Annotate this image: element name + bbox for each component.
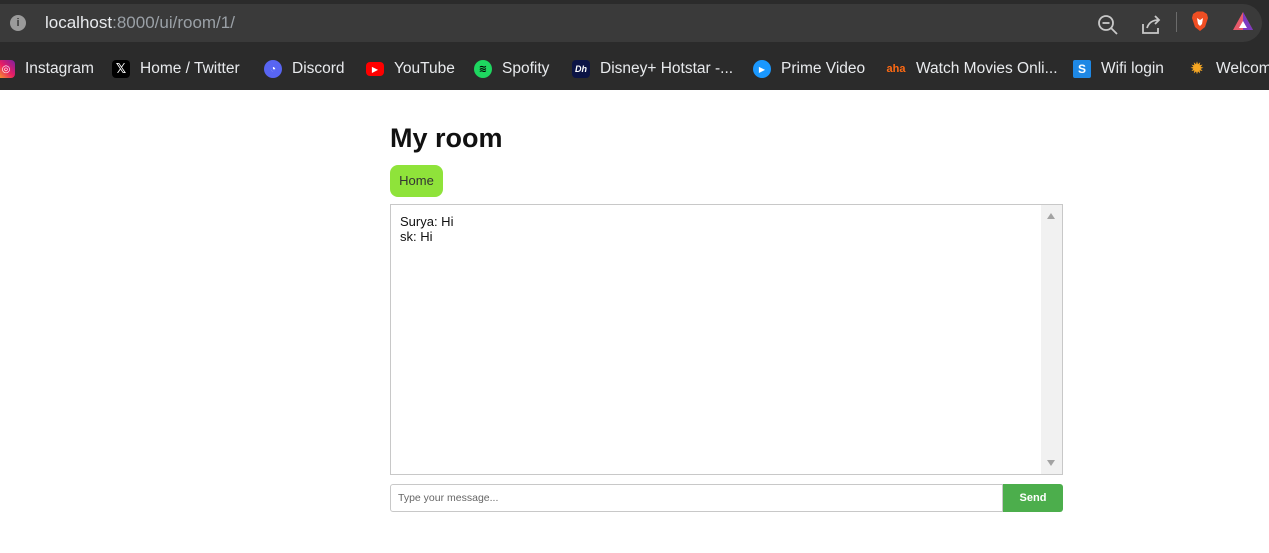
bookmark-prime-video[interactable]: ▶ Prime Video xyxy=(753,48,865,90)
bookmark-label: Wifi login xyxy=(1101,60,1164,77)
bookmark-youtube[interactable]: ▶ YouTube xyxy=(366,48,455,90)
bookmark-label: Watch Movies Onli... xyxy=(916,60,1058,77)
bookmark-wifi-login[interactable]: S Wifi login xyxy=(1073,48,1164,90)
address-bar[interactable]: i localhost:8000/ui/room/1/ xyxy=(0,4,1262,42)
discord-icon: ◔ xyxy=(264,60,282,78)
instagram-icon: ◎ xyxy=(0,60,15,78)
wifi-login-icon: S xyxy=(1073,60,1091,78)
bookmark-welcome[interactable]: ✹ Welcom xyxy=(1188,48,1269,90)
bookmark-label: Prime Video xyxy=(781,60,866,77)
bookmark-label: Home / Twitter xyxy=(140,60,240,77)
scroll-up-arrow-icon[interactable] xyxy=(1047,213,1055,219)
bookmark-discord[interactable]: ◔ Discord xyxy=(264,48,345,90)
bookmark-twitter[interactable]: 𝕏 Home / Twitter xyxy=(112,48,240,90)
sun-icon: ✹ xyxy=(1189,59,1205,78)
spotify-icon: ≋ xyxy=(474,60,492,78)
zoom-out-icon[interactable] xyxy=(1097,14,1119,36)
chat-message: sk: Hi xyxy=(400,229,433,244)
youtube-icon: ▶ xyxy=(366,62,384,76)
bookmark-instagram[interactable]: ◎ Instagram xyxy=(0,48,94,90)
share-icon[interactable] xyxy=(1140,14,1162,36)
bookmark-label: Disney+ Hotstar -... xyxy=(600,60,734,77)
bookmark-label: Discord xyxy=(292,60,345,77)
page-title: My room xyxy=(390,123,503,153)
brave-shields-icon[interactable] xyxy=(1189,10,1211,32)
url-host: localhost xyxy=(45,13,113,32)
bookmarks-bar: ◎ Instagram 𝕏 Home / Twitter ◔ Discord ▶… xyxy=(0,48,1269,90)
bookmark-label: Welcom xyxy=(1216,60,1269,77)
bookmark-label: Spofity xyxy=(502,60,550,77)
aha-icon: aha xyxy=(886,63,906,75)
chat-scrollbar[interactable] xyxy=(1041,205,1062,474)
scroll-down-arrow-icon[interactable] xyxy=(1047,460,1055,466)
site-info-icon[interactable]: i xyxy=(10,15,26,31)
url-path: :8000/ui/room/1/ xyxy=(112,13,235,32)
bookmark-hotstar[interactable]: Dh Disney+ Hotstar -... xyxy=(572,48,733,90)
url-text[interactable]: localhost:8000/ui/room/1/ xyxy=(45,13,235,33)
toolbar-separator xyxy=(1176,12,1177,32)
x-twitter-icon: 𝕏 xyxy=(112,60,130,78)
chat-message: Surya: Hi xyxy=(400,214,454,229)
bookmark-label: YouTube xyxy=(394,60,455,77)
hotstar-icon: Dh xyxy=(572,60,590,78)
chat-log: Surya: Hi sk: Hi xyxy=(400,214,453,244)
chat-log-textarea[interactable]: Surya: Hi sk: Hi xyxy=(390,204,1063,475)
bookmark-aha[interactable]: aha Watch Movies Onli... xyxy=(886,48,1058,90)
bookmark-spotify[interactable]: ≋ Spofity xyxy=(474,48,549,90)
home-button[interactable]: Home xyxy=(390,165,443,197)
brave-rewards-icon[interactable] xyxy=(1232,10,1254,32)
prime-video-icon: ▶ xyxy=(753,60,771,78)
message-input[interactable] xyxy=(390,484,1003,512)
send-button[interactable]: Send xyxy=(1003,484,1063,512)
browser-toolbar: i localhost:8000/ui/room/1/ xyxy=(0,0,1269,48)
bookmark-label: Instagram xyxy=(25,60,94,77)
